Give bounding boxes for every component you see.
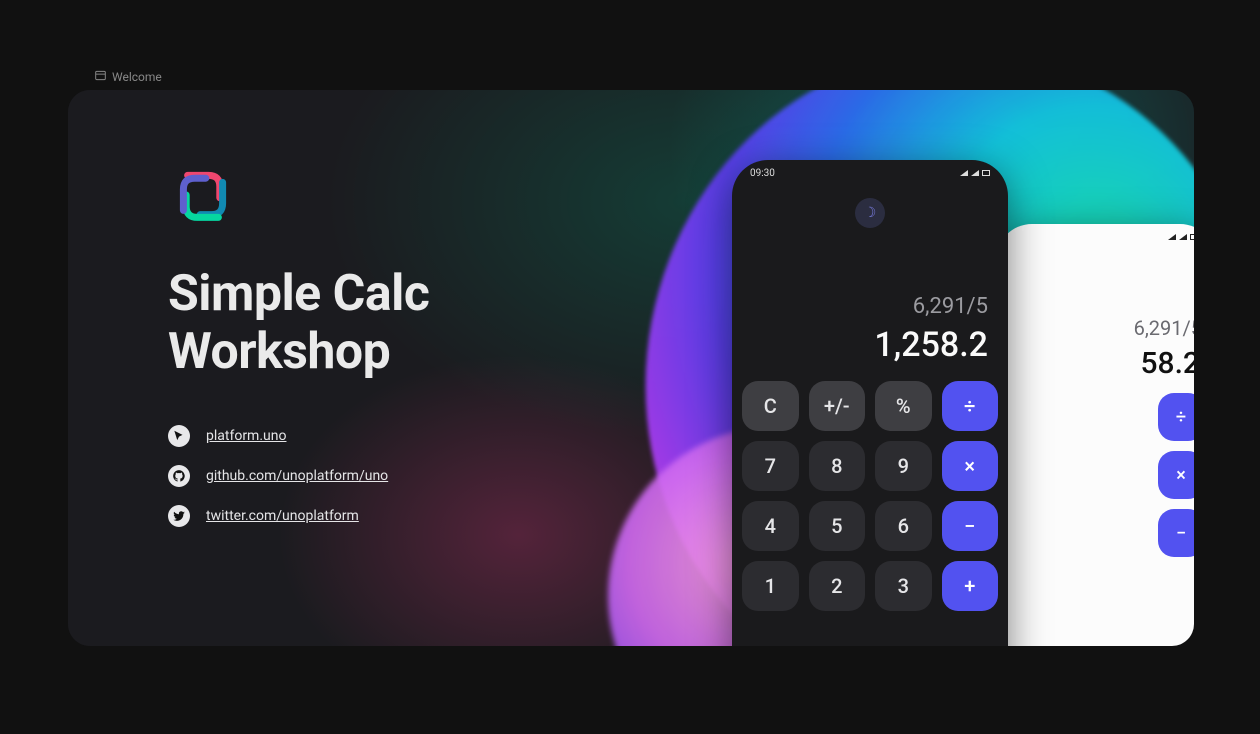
- battery-icon: [1190, 234, 1194, 240]
- link-platform[interactable]: platform.uno: [168, 425, 598, 447]
- title-line1: Simple Calc: [168, 266, 598, 324]
- key-−[interactable]: −: [1158, 509, 1194, 557]
- key-%[interactable]: %: [875, 381, 932, 431]
- key-3[interactable]: 3: [875, 561, 932, 611]
- key-9[interactable]: 9: [875, 441, 932, 491]
- key-×[interactable]: ×: [1158, 451, 1194, 499]
- calc-expression: 6,291/5: [732, 294, 988, 319]
- phone-light: 6,291/5 58.2 ÷ × −: [996, 224, 1194, 646]
- phone-dark-time: 09:30: [750, 168, 775, 179]
- link-platform-text: platform.uno: [206, 428, 286, 444]
- calc-light-display: 6,291/5 58.2: [996, 250, 1194, 389]
- calc-result: 1,258.2: [732, 325, 988, 365]
- wifi-icon: [1179, 234, 1187, 240]
- link-github-text: github.com/unoplatform/uno: [206, 468, 388, 484]
- key-C[interactable]: C: [742, 381, 799, 431]
- key-−[interactable]: −: [942, 501, 999, 551]
- calc-light-keypad: ÷ × −: [996, 389, 1194, 557]
- key-1[interactable]: 1: [742, 561, 799, 611]
- phone-dark-status-bar: 09:30: [732, 160, 1008, 186]
- moon-icon: ☽: [864, 205, 877, 221]
- link-github[interactable]: github.com/unoplatform/uno: [168, 465, 598, 487]
- wifi-icon: [971, 170, 979, 176]
- uno-logo-icon: [168, 160, 238, 230]
- key-6[interactable]: 6: [875, 501, 932, 551]
- phone-light-status-bar: [996, 224, 1194, 250]
- phone-dark-status-icons: [960, 170, 990, 176]
- calc-light-result: 58.2: [996, 346, 1194, 381]
- page-title: Simple Calc Workshop: [168, 266, 598, 381]
- slide-card: Simple Calc Workshop platform.uno github…: [68, 90, 1194, 646]
- key-4[interactable]: 4: [742, 501, 799, 551]
- link-twitter-text: twitter.com/unoplatform: [206, 508, 359, 524]
- link-twitter[interactable]: twitter.com/unoplatform: [168, 505, 598, 527]
- theme-toggle[interactable]: ☽: [855, 198, 885, 228]
- tab-bar: Welcome: [95, 70, 162, 84]
- calc-display: 6,291/5 1,258.2: [732, 228, 1008, 373]
- github-icon: [168, 465, 190, 487]
- signal-icon: [960, 170, 968, 176]
- links-list: platform.uno github.com/unoplatform/uno …: [168, 425, 598, 527]
- welcome-tab-label[interactable]: Welcome: [112, 70, 162, 84]
- cursor-icon: [168, 425, 190, 447]
- key-+/-[interactable]: +/-: [809, 381, 866, 431]
- key-+[interactable]: +: [942, 561, 999, 611]
- title-line2: Workshop: [168, 324, 598, 382]
- key-8[interactable]: 8: [809, 441, 866, 491]
- key-2[interactable]: 2: [809, 561, 866, 611]
- slide-left-column: Simple Calc Workshop platform.uno github…: [168, 160, 598, 527]
- key-×[interactable]: ×: [942, 441, 999, 491]
- calc-keypad: C+/-%÷ 789× 456− 123+: [732, 373, 1008, 611]
- phone-dark: 09:30 ☽ 6,291/5 1,258.2 C+/-%÷ 789× 456− 12…: [732, 160, 1008, 646]
- key-÷[interactable]: ÷: [1158, 393, 1194, 441]
- phone-light-status-icons: [1168, 234, 1194, 240]
- battery-icon: [982, 170, 990, 176]
- twitter-icon: [168, 505, 190, 527]
- key-7[interactable]: 7: [742, 441, 799, 491]
- signal-icon: [1168, 234, 1176, 240]
- calc-light-expression: 6,291/5: [996, 316, 1194, 340]
- welcome-tab-icon: [95, 70, 106, 84]
- key-5[interactable]: 5: [809, 501, 866, 551]
- key-÷[interactable]: ÷: [942, 381, 999, 431]
